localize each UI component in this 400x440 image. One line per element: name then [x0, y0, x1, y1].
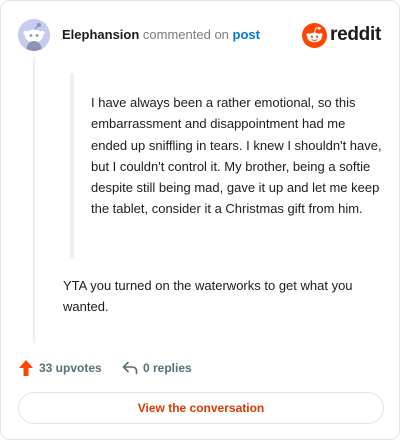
- comment-byline: Elephansion commented on post: [62, 27, 260, 43]
- comment-header: Elephansion commented on post reddit: [18, 19, 385, 53]
- reply-count: 0 replies: [143, 361, 192, 375]
- reddit-snoo-icon: [302, 22, 328, 48]
- reddit-logo[interactable]: reddit: [302, 21, 381, 49]
- comment-body: YTA you turned on the waterworks to get …: [63, 278, 353, 315]
- username-link[interactable]: Elephansion: [62, 27, 139, 42]
- quoted-text: I have always been a rather emotional, s…: [91, 95, 382, 217]
- quote-bar: [70, 73, 74, 259]
- reply-arrow-icon: [122, 361, 138, 375]
- comment-actions: 33 upvotes 0 replies: [18, 358, 382, 378]
- upvote-count: 33 upvotes: [39, 361, 102, 375]
- byline-action: commented on: [142, 27, 229, 42]
- comment-embed-card: Elephansion commented on post reddit I h…: [0, 0, 400, 440]
- reply-button[interactable]: 0 replies: [122, 358, 192, 378]
- snoo-avatar-icon[interactable]: [18, 19, 50, 51]
- upvote-arrow-icon: [19, 360, 33, 376]
- thread-line: [33, 57, 35, 343]
- reddit-wordmark: reddit: [330, 24, 381, 45]
- upvote-button[interactable]: 33 upvotes: [18, 358, 102, 378]
- view-conversation-button[interactable]: View the conversation: [18, 392, 384, 424]
- post-link[interactable]: post: [233, 27, 260, 42]
